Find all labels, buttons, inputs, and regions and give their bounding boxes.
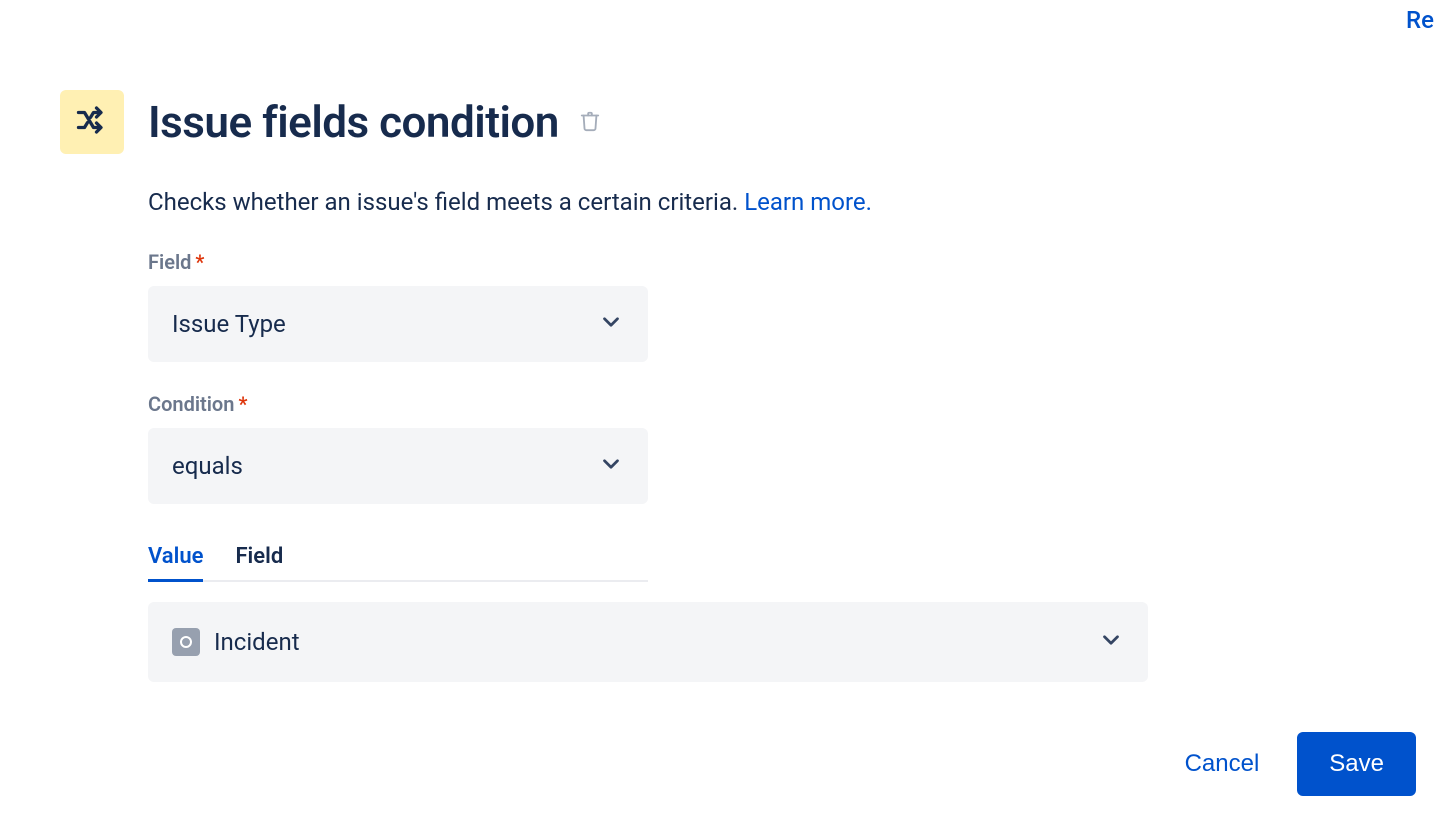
condition-select-value: equals <box>172 452 243 480</box>
field-label-text: Field <box>148 250 191 274</box>
chevron-down-icon <box>1098 627 1124 657</box>
field-label: Field * <box>148 250 1200 274</box>
shuffle-icon <box>74 102 110 142</box>
description-text: Checks whether an issue's field meets a … <box>148 184 1200 220</box>
required-asterisk: * <box>238 392 247 416</box>
chevron-down-icon <box>598 309 624 339</box>
footer-buttons: Cancel Save <box>1177 732 1416 796</box>
title-wrap: Issue fields condition <box>148 96 605 148</box>
chevron-down-icon <box>598 451 624 481</box>
incident-type-icon <box>172 628 200 656</box>
header-row: Issue fields condition <box>60 90 1200 154</box>
value-select-text: Incident <box>214 628 300 656</box>
required-asterisk: * <box>195 250 204 274</box>
page-title: Issue fields condition <box>148 96 559 148</box>
value-left: Incident <box>172 628 300 656</box>
content-column: Checks whether an issue's field meets a … <box>148 184 1200 682</box>
field-group-field: Field * Issue Type <box>148 250 1200 362</box>
value-select[interactable]: Incident <box>148 602 1148 682</box>
description-main: Checks whether an issue's field meets a … <box>148 188 744 216</box>
condition-select[interactable]: equals <box>148 428 648 504</box>
learn-more-link[interactable]: Learn more. <box>744 188 872 216</box>
tab-field[interactable]: Field <box>235 544 283 582</box>
condition-icon-badge <box>60 90 124 154</box>
tabs-row: Value Field <box>148 544 648 582</box>
main-container: Issue fields condition Checks whether an… <box>0 0 1200 682</box>
delete-button[interactable] <box>575 106 605 139</box>
condition-label: Condition * <box>148 392 1200 416</box>
top-link-partial[interactable]: Re <box>1406 6 1434 34</box>
save-button[interactable]: Save <box>1297 732 1416 796</box>
field-group-condition: Condition * equals <box>148 392 1200 504</box>
tab-value[interactable]: Value <box>148 544 203 582</box>
cancel-button[interactable]: Cancel <box>1177 734 1268 794</box>
condition-label-text: Condition <box>148 392 234 416</box>
field-select[interactable]: Issue Type <box>148 286 648 362</box>
field-select-value: Issue Type <box>172 310 286 338</box>
trash-icon <box>579 110 601 135</box>
circle-icon <box>180 636 192 648</box>
